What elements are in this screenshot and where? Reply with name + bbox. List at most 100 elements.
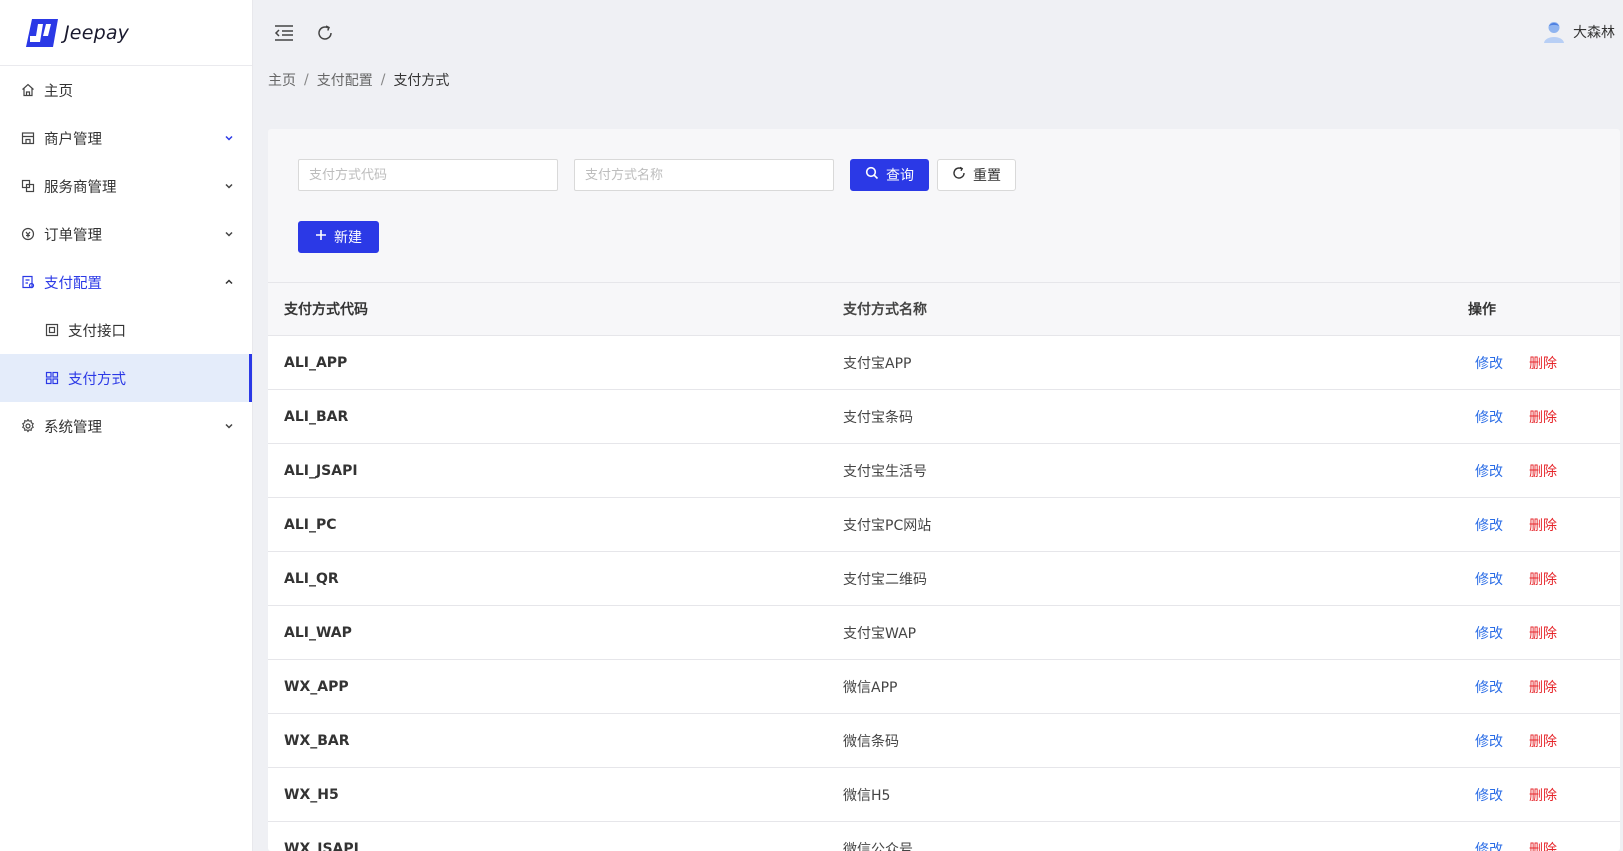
- edit-link[interactable]: 修改: [1475, 731, 1503, 751]
- pay-code-input[interactable]: [298, 159, 558, 191]
- refresh-icon[interactable]: [314, 22, 336, 44]
- home-icon: [21, 83, 35, 97]
- pay-method-code: WX_APP: [284, 678, 349, 695]
- delete-link[interactable]: 删除: [1529, 623, 1557, 643]
- delete-link[interactable]: 删除: [1529, 785, 1557, 805]
- sidebar-item-label: 主页: [44, 83, 73, 100]
- content-card: 查询 重置 新建 支付方式代码 支付方式名称 操作 ALI_APP 支付宝APP 修…: [268, 129, 1620, 851]
- edit-link[interactable]: 修改: [1475, 839, 1503, 851]
- table-row: ALI_QR 支付宝二维码 修改 删除: [268, 552, 1620, 606]
- new-button[interactable]: 新建: [298, 221, 379, 253]
- sidebar-item-label: 系统管理: [44, 419, 102, 436]
- delete-link[interactable]: 删除: [1529, 353, 1557, 373]
- menu-fold-icon[interactable]: [273, 22, 295, 44]
- table-body: ALI_APP 支付宝APP 修改 删除 ALI_BAR 支付宝条码 修改 删除 ALI_JSA…: [268, 336, 1620, 851]
- sidebar-item-pay-interface[interactable]: 支付接口: [0, 306, 252, 354]
- search-bar: 查询 重置: [298, 159, 1016, 191]
- reset-button-label: 重置: [973, 168, 1001, 184]
- table-row: WX_APP 微信APP 修改 删除: [268, 660, 1620, 714]
- row-actions: 修改 删除: [1433, 731, 1620, 751]
- sidebar-item-pay-config[interactable]: 支付配置: [0, 258, 252, 306]
- delete-link[interactable]: 删除: [1529, 515, 1557, 535]
- sidebar-item-label: 订单管理: [44, 227, 102, 244]
- pay-method-code: ALI_JSAPI: [284, 462, 358, 479]
- pay-method-code: WX_JSAPI: [284, 840, 359, 851]
- table-row: ALI_BAR 支付宝条码 修改 删除: [268, 390, 1620, 444]
- delete-link[interactable]: 删除: [1529, 569, 1557, 589]
- copy-icon: [21, 179, 35, 193]
- breadcrumb-separator: /: [304, 72, 309, 88]
- pay-method-code: WX_H5: [284, 786, 339, 803]
- reset-icon: [952, 166, 966, 184]
- delete-link[interactable]: 删除: [1529, 677, 1557, 697]
- query-button[interactable]: 查询: [850, 159, 929, 191]
- logo-text: Jeepay: [64, 21, 130, 44]
- pay-method-code: WX_BAR: [284, 732, 350, 749]
- sidebar-item-merchant[interactable]: 商户管理: [0, 114, 252, 162]
- plus-icon: [315, 229, 327, 245]
- pay-name-input[interactable]: [574, 159, 834, 191]
- edit-link[interactable]: 修改: [1475, 461, 1503, 481]
- table-row: ALI_PC 支付宝PC网站 修改 删除: [268, 498, 1620, 552]
- chevron-down-icon: [224, 133, 234, 143]
- delete-link[interactable]: 删除: [1529, 461, 1557, 481]
- sidebar-item-label: 服务商管理: [44, 179, 117, 196]
- table-row: WX_H5 微信H5 修改 删除: [268, 768, 1620, 822]
- pay-method-code: ALI_BAR: [284, 408, 349, 425]
- table-row: ALI_APP 支付宝APP 修改 删除: [268, 336, 1620, 390]
- breadcrumb-current: 支付方式: [393, 73, 450, 89]
- pay-method-code: ALI_APP: [284, 354, 348, 371]
- edit-link[interactable]: 修改: [1475, 677, 1503, 697]
- user-menu[interactable]: 大森林: [1543, 20, 1615, 44]
- sidebar-item-service-provider[interactable]: 服务商管理: [0, 162, 252, 210]
- top-header: 大森林: [253, 0, 1623, 66]
- delete-link[interactable]: 删除: [1529, 839, 1557, 851]
- row-actions: 修改 删除: [1433, 353, 1620, 373]
- edit-link[interactable]: 修改: [1475, 407, 1503, 427]
- table-row: ALI_WAP 支付宝WAP 修改 删除: [268, 606, 1620, 660]
- edit-link[interactable]: 修改: [1475, 515, 1503, 535]
- pay-method-name: 微信H5: [843, 787, 891, 804]
- row-actions: 修改 删除: [1433, 407, 1620, 427]
- pay-method-name: 支付宝生活号: [843, 463, 927, 480]
- sidebar-item-label: 支付方式: [68, 371, 126, 388]
- sidebar-item-label: 商户管理: [44, 131, 102, 148]
- edit-link[interactable]: 修改: [1475, 569, 1503, 589]
- logo[interactable]: Jeepay: [0, 0, 252, 66]
- breadcrumb-separator: /: [380, 72, 386, 88]
- pay-method-name: 支付宝PC网站: [843, 517, 932, 534]
- breadcrumb-home[interactable]: 主页: [268, 70, 296, 90]
- chevron-down-icon: [224, 229, 234, 239]
- row-actions: 修改 删除: [1433, 677, 1620, 697]
- delete-link[interactable]: 删除: [1529, 731, 1557, 751]
- edit-link[interactable]: 修改: [1475, 353, 1503, 373]
- table-row: ALI_JSAPI 支付宝生活号 修改 删除: [268, 444, 1620, 498]
- pay-method-name: 微信条码: [843, 733, 899, 750]
- pay-method-name: 微信APP: [843, 679, 898, 696]
- pay-method-code: ALI_QR: [284, 570, 339, 587]
- user-name: 大森林: [1573, 25, 1615, 41]
- new-button-label: 新建: [334, 230, 362, 246]
- reset-button[interactable]: 重置: [937, 159, 1016, 191]
- store-icon: [21, 131, 35, 145]
- row-actions: 修改 删除: [1433, 515, 1620, 535]
- row-actions: 修改 删除: [1433, 569, 1620, 589]
- avatar: [1543, 20, 1565, 44]
- pay-method-name: 支付宝WAP: [843, 625, 917, 642]
- gear-icon: [21, 419, 35, 433]
- interface-icon: [45, 323, 59, 337]
- sidebar-item-system[interactable]: 系统管理: [0, 402, 252, 450]
- sidebar-item-pay-method[interactable]: 支付方式: [0, 354, 252, 402]
- pay-method-table: 支付方式代码 支付方式名称 操作 ALI_APP 支付宝APP 修改 删除 ALI_BA…: [268, 282, 1620, 851]
- header-actions: 操作: [1468, 302, 1496, 318]
- order-icon: [21, 227, 35, 241]
- header-name: 支付方式名称: [843, 302, 927, 318]
- table-row: WX_BAR 微信条码 修改 删除: [268, 714, 1620, 768]
- edit-link[interactable]: 修改: [1475, 623, 1503, 643]
- sidebar-item-orders[interactable]: 订单管理: [0, 210, 252, 258]
- pay-method-code: ALI_PC: [284, 516, 337, 533]
- sidebar-item-home[interactable]: 主页: [0, 66, 252, 114]
- breadcrumb-section[interactable]: 支付配置: [317, 70, 373, 90]
- edit-link[interactable]: 修改: [1475, 785, 1503, 805]
- delete-link[interactable]: 删除: [1529, 407, 1557, 427]
